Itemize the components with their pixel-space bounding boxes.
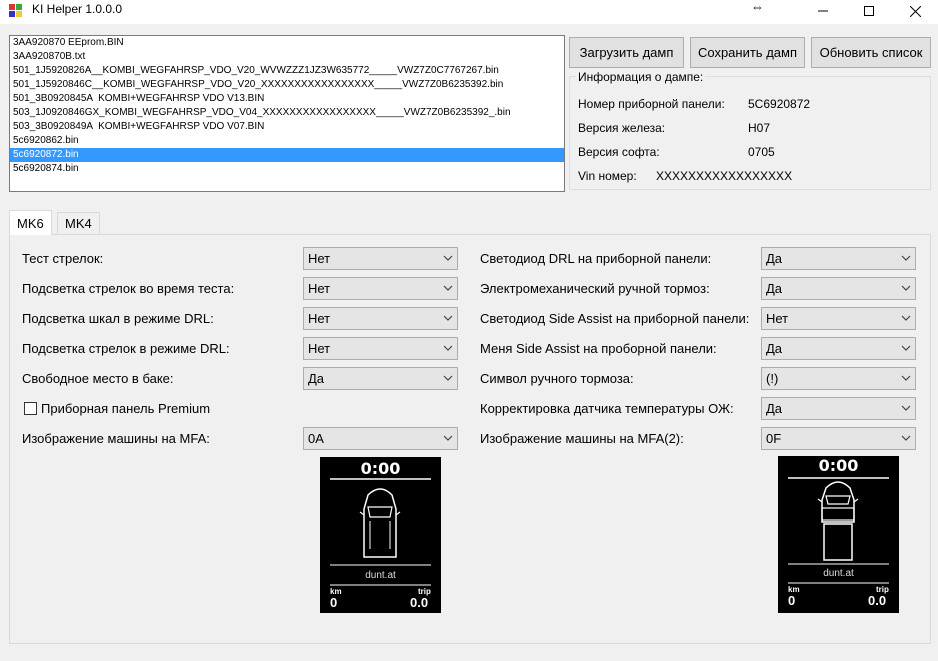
side-assist-menu-value: Да [766, 341, 783, 356]
software-version-value: 0705 [748, 145, 775, 159]
electric-parking-brake-label: Электромеханический ручной тормоз: [480, 281, 710, 296]
chevron-down-icon [901, 435, 911, 441]
needle-test-select[interactable]: Нет [303, 247, 458, 270]
coolant-temp-correction-value: Да [766, 401, 783, 416]
handbrake-symbol-select[interactable]: (!) [761, 367, 916, 390]
side-assist-menu-label: Меня Side Assist на проборной панели: [480, 341, 717, 356]
file-list-item[interactable]: 3AA920870B.txt [10, 50, 564, 64]
hardware-version-label: Версия железа: [578, 121, 666, 135]
vin-label: Vin номер: [578, 169, 637, 183]
window-title: KI Helper 1.0.0.0 [32, 2, 123, 16]
hardware-version-value: H07 [748, 121, 771, 135]
side-assist-led-value: Нет [766, 311, 789, 326]
chevron-down-icon [443, 435, 453, 441]
premium-panel-label: Приборная панель Premium [41, 401, 211, 416]
tank-free-space-label: Свободное место в баке: [22, 371, 174, 386]
maximize-button[interactable] [846, 0, 892, 22]
mfa-car-image-select[interactable]: 0A [303, 427, 458, 450]
chevron-down-icon [443, 345, 453, 351]
file-list-item[interactable]: 501_1J5920846C__KOMBI_WEGFAHRSP_VDO_V20_… [10, 78, 564, 92]
load-dump-button[interactable]: Загрузить дамп [569, 37, 684, 68]
file-list-item[interactable]: 503_3B0920849A KOMBI+WEGFAHRSP VDO V07.B… [10, 120, 564, 134]
side-assist-led-label: Светодиод Side Assist на приборной панел… [480, 311, 750, 326]
close-button[interactable] [892, 0, 938, 22]
mfa-car-image-2-value: 0F [766, 431, 782, 446]
file-list-item[interactable]: 501_3B0920845A KOMBI+WEGFAHRSP VDO V13.B… [10, 92, 564, 106]
side-assist-menu-select[interactable]: Да [761, 337, 916, 360]
km-value: 0 [788, 593, 796, 608]
mfa-preview-left: 0:00 dunt.at km 0 trip 0.0 [320, 457, 441, 613]
file-list-item[interactable]: 3AA920870 EEprom.BIN [10, 36, 564, 50]
handbrake-symbol-value: (!) [766, 371, 779, 386]
file-list-item[interactable]: 503_1J0920846GX_KOMBI_WEGFAHRSP_VDO_V04_… [10, 106, 564, 120]
mfa-preview-right: 0:00 dunt.at km 0 trip 0.0 [778, 456, 899, 613]
handbrake-symbol-label: Символ ручного тормоза: [480, 371, 634, 386]
chevron-down-icon [901, 315, 911, 321]
chevron-down-icon [901, 345, 911, 351]
tank-free-space-select[interactable]: Да [303, 367, 458, 390]
resize-cursor-icon: ⇔ [751, 0, 764, 14]
scale-backlight-drl-select[interactable]: Нет [303, 307, 458, 330]
needle-test-value: Нет [308, 251, 331, 266]
needle-backlight-test-value: Нет [308, 281, 331, 296]
maximize-icon [864, 6, 874, 16]
chevron-down-icon [901, 285, 911, 291]
dump-info-group: Информация о дампе: Номер приборной пане… [569, 70, 931, 190]
drl-led-label: Светодиод DRL на приборной панели: [480, 251, 712, 266]
chevron-down-icon [443, 285, 453, 291]
km-value: 0 [330, 595, 338, 610]
chevron-down-icon [443, 315, 453, 321]
panel-number-value: 5C6920872 [748, 97, 811, 111]
needle-test-label: Тест стрелок: [22, 251, 104, 266]
save-dump-button[interactable]: Сохранить дамп [690, 37, 805, 68]
drl-led-value: Да [766, 251, 783, 266]
chevron-down-icon [443, 375, 453, 381]
trip-value: 0.0 [868, 593, 887, 608]
needle-backlight-drl-label: Подсветка стрелок в режиме DRL: [22, 341, 230, 356]
needle-backlight-drl-select[interactable]: Нет [303, 337, 458, 360]
chevron-down-icon [901, 405, 911, 411]
scale-backlight-drl-value: Нет [308, 311, 331, 326]
mfa-car-image-2-select[interactable]: 0F [761, 427, 916, 450]
dump-info-legend: Информация о дампе: [576, 70, 706, 84]
needle-backlight-test-label: Подсветка стрелок во время теста: [22, 281, 235, 296]
minimize-button[interactable] [800, 0, 846, 22]
mfa-car-image-2-label: Изображение машины на MFA(2): [480, 431, 684, 446]
side-assist-led-select[interactable]: Нет [761, 307, 916, 330]
close-icon [909, 5, 921, 17]
minimize-icon [818, 10, 828, 12]
coolant-temp-correction-label: Корректировка датчика температуры ОЖ: [480, 401, 734, 416]
vin-value: XXXXXXXXXXXXXXXXX [656, 169, 793, 183]
panel-number-label: Номер приборной панели: [578, 97, 725, 111]
premium-panel-checkbox[interactable] [24, 402, 37, 415]
file-list-item[interactable]: 5c6920862.bin [10, 134, 564, 148]
needle-backlight-test-select[interactable]: Нет [303, 277, 458, 300]
tank-free-space-value: Да [308, 371, 325, 386]
scale-backlight-drl-label: Подсветка шкал в режиме DRL: [22, 311, 214, 326]
electric-parking-brake-select[interactable]: Да [761, 277, 916, 300]
refresh-list-button[interactable]: Обновить список [811, 37, 931, 68]
tab-mk6[interactable]: MK6 [9, 210, 52, 235]
mfa-car-image-label: Изображение машины на MFA: [22, 431, 210, 446]
software-version-label: Версия софта: [578, 145, 660, 159]
needle-backlight-drl-value: Нет [308, 341, 331, 356]
mk6-settings-panel: Тест стрелок: Нет Подсветка стрелок во в… [9, 234, 931, 644]
title-bar: KI Helper 1.0.0.0 ⇔ [0, 0, 938, 24]
dump-file-list[interactable]: 3AA920870 EEprom.BIN 3AA920870B.txt 501_… [9, 35, 565, 192]
app-icon [9, 4, 22, 17]
chevron-down-icon [443, 255, 453, 261]
file-list-item[interactable]: 5c6920874.bin [10, 162, 564, 176]
mfa-brand-text: dunt.at [365, 570, 396, 581]
chevron-down-icon [901, 255, 911, 261]
tab-mk4[interactable]: MK4 [57, 212, 100, 234]
electric-parking-brake-value: Да [766, 281, 783, 296]
mfa-car-image-value: 0A [308, 431, 324, 446]
chevron-down-icon [901, 375, 911, 381]
drl-led-select[interactable]: Да [761, 247, 916, 270]
file-list-item[interactable]: 501_1J5920826A__KOMBI_WEGFAHRSP_VDO_V20_… [10, 64, 564, 78]
coolant-temp-correction-select[interactable]: Да [761, 397, 916, 420]
file-list-item-selected[interactable]: 5c6920872.bin [10, 148, 564, 162]
mfa-brand-text: dunt.at [823, 568, 854, 579]
trip-value: 0.0 [410, 595, 429, 610]
